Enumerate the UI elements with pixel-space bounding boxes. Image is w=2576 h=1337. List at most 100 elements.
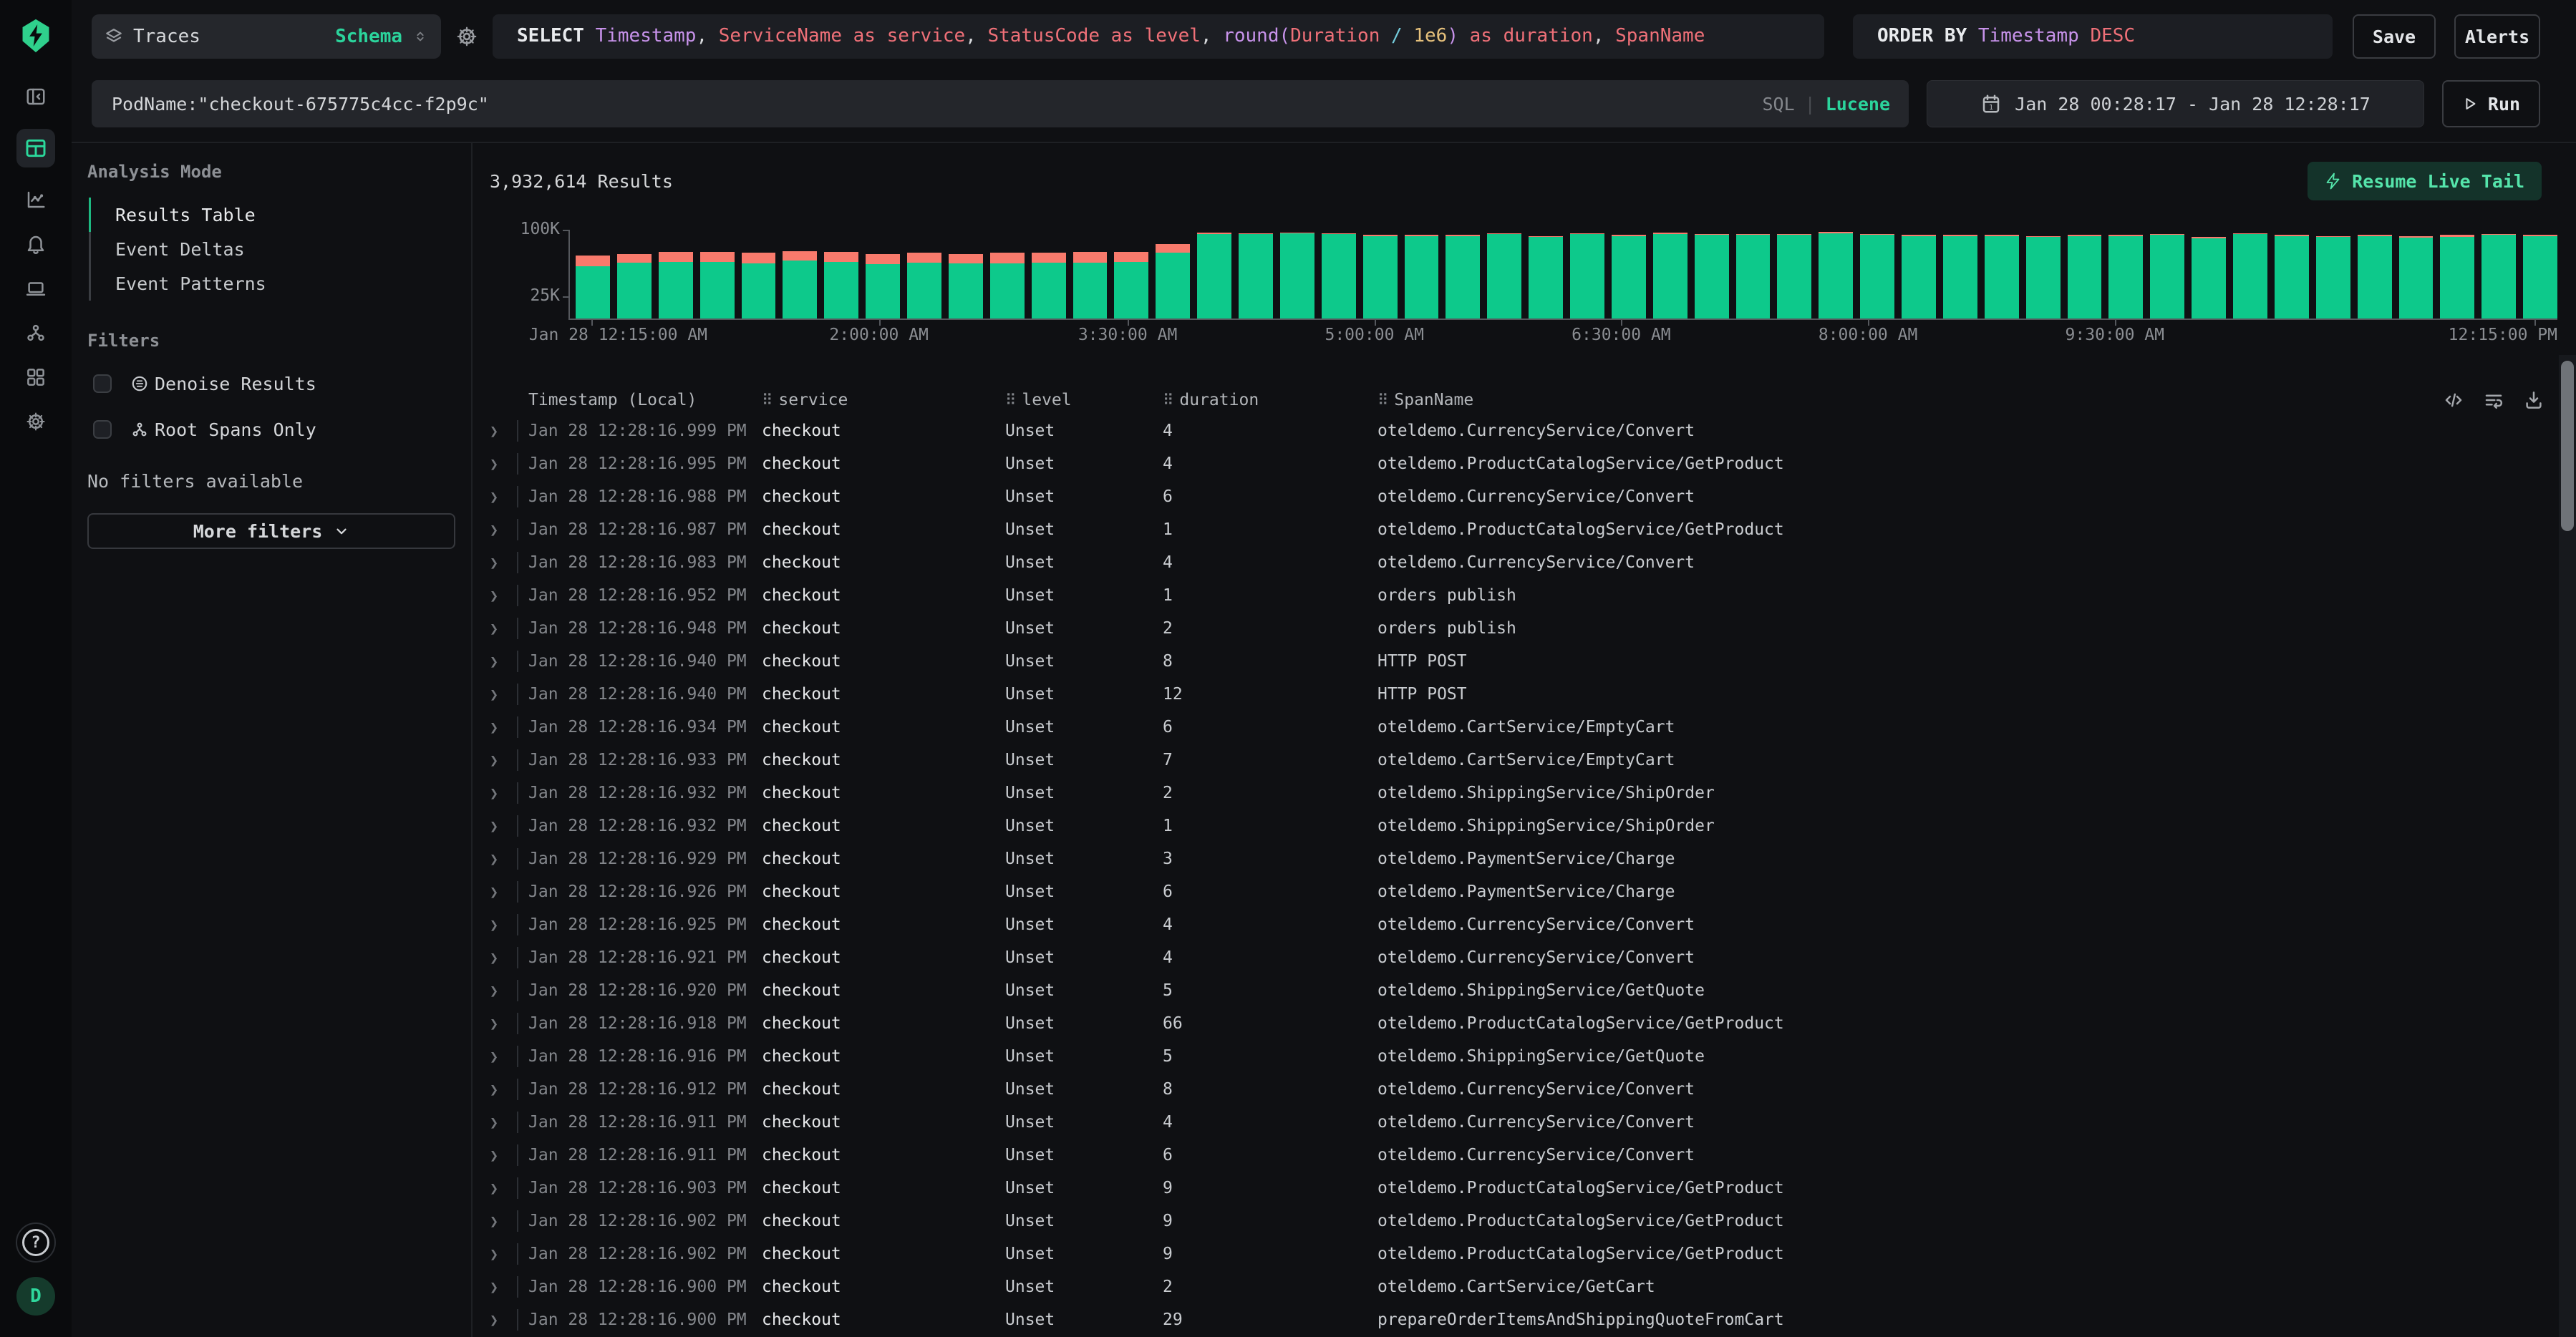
table-row[interactable]: ❯Jan 28 12:28:16.952 PMcheckoutUnset1ord…: [490, 579, 2576, 612]
chart-bar[interactable]: [2440, 235, 2474, 319]
chart-bar[interactable]: [1073, 252, 1108, 319]
table-row[interactable]: ❯Jan 28 12:28:16.983 PMcheckoutUnset4ote…: [490, 546, 2576, 579]
chart-bar[interactable]: [742, 253, 776, 319]
expand-chevron-icon[interactable]: ❯: [490, 817, 517, 835]
expand-chevron-icon[interactable]: ❯: [490, 686, 517, 703]
expand-chevron-icon[interactable]: ❯: [490, 1245, 517, 1263]
column-header-duration[interactable]: ⠿duration: [1141, 391, 1356, 409]
table-row[interactable]: ❯Jan 28 12:28:16.900 PMcheckoutUnset29pr…: [490, 1303, 2576, 1336]
chart-bar[interactable]: [1695, 234, 1729, 319]
services-graph-icon[interactable]: [16, 313, 55, 352]
expand-chevron-icon[interactable]: ❯: [490, 850, 517, 867]
expand-chevron-icon[interactable]: ❯: [490, 784, 517, 802]
run-button[interactable]: Run: [2442, 80, 2540, 127]
table-row[interactable]: ❯Jan 28 12:28:16.900 PMcheckoutUnset2ote…: [490, 1270, 2576, 1303]
download-icon[interactable]: [2523, 389, 2544, 411]
expand-chevron-icon[interactable]: ❯: [490, 916, 517, 933]
chart-bar[interactable]: [1902, 235, 1936, 319]
chart-bar[interactable]: [990, 253, 1025, 319]
denoise-checkbox[interactable]: [93, 374, 112, 393]
user-avatar[interactable]: D: [16, 1277, 55, 1316]
table-row[interactable]: ❯Jan 28 12:28:16.987 PMcheckoutUnset1ote…: [490, 513, 2576, 546]
save-button[interactable]: Save: [2353, 14, 2436, 59]
chart-bar[interactable]: [1032, 253, 1066, 319]
expand-chevron-icon[interactable]: ❯: [490, 719, 517, 736]
drag-handle-icon[interactable]: ⠿: [1163, 392, 1173, 409]
table-row[interactable]: ❯Jan 28 12:28:16.940 PMcheckoutUnset8HTT…: [490, 645, 2576, 678]
chart-bar[interactable]: [907, 253, 941, 319]
chart-bar[interactable]: [2068, 235, 2102, 319]
chart-bar[interactable]: [617, 254, 652, 319]
mode-results-table[interactable]: Results Table: [115, 198, 266, 232]
client-sessions-laptop-icon[interactable]: [16, 269, 55, 308]
table-row[interactable]: ❯Jan 28 12:28:16.948 PMcheckoutUnset2ord…: [490, 612, 2576, 645]
chart-bar[interactable]: [1570, 233, 1604, 319]
expand-chevron-icon[interactable]: ❯: [490, 521, 517, 538]
chart-bar[interactable]: [1529, 236, 1563, 319]
chart-bar[interactable]: [949, 254, 983, 319]
expand-chevron-icon[interactable]: ❯: [490, 1048, 517, 1065]
expand-chevron-icon[interactable]: ❯: [490, 455, 517, 472]
chart-bar[interactable]: [1985, 235, 2019, 319]
chart-bar[interactable]: [1322, 233, 1356, 319]
chart-explorer-icon[interactable]: [16, 180, 55, 219]
table-row[interactable]: ❯Jan 28 12:28:16.912 PMcheckoutUnset8ote…: [490, 1073, 2576, 1106]
language-toggle[interactable]: SQL | Lucene: [1762, 94, 1890, 115]
table-row[interactable]: ❯Jan 28 12:28:16.925 PMcheckoutUnset4ote…: [490, 908, 2576, 941]
chart-bar[interactable]: [866, 254, 900, 319]
expand-chevron-icon[interactable]: ❯: [490, 752, 517, 769]
expand-chevron-icon[interactable]: ❯: [490, 883, 517, 900]
expand-chevron-icon[interactable]: ❯: [490, 620, 517, 637]
chart-bar[interactable]: [2399, 236, 2434, 319]
chart-bar[interactable]: [2026, 236, 2061, 319]
table-row[interactable]: ❯Jan 28 12:28:16.929 PMcheckoutUnset3ote…: [490, 842, 2576, 875]
chart-bar[interactable]: [2358, 235, 2392, 319]
chart-bar[interactable]: [1363, 235, 1398, 319]
search-input[interactable]: PodName:"checkout-675775c4cc-f2p9c" SQL …: [92, 80, 1909, 127]
chart-bar[interactable]: [576, 256, 610, 319]
table-row[interactable]: ❯Jan 28 12:28:16.932 PMcheckoutUnset2ote…: [490, 777, 2576, 810]
filter-denoise-results[interactable]: Denoise Results: [93, 361, 455, 407]
column-header-timestamp[interactable]: Timestamp (Local): [528, 391, 740, 409]
source-settings-gear-icon[interactable]: [451, 25, 483, 48]
date-range-picker[interactable]: 1 Jan 28 00:28:17 - Jan 28 12:28:17: [1927, 80, 2424, 127]
app-logo-icon[interactable]: [19, 19, 52, 53]
expand-chevron-icon[interactable]: ❯: [490, 1180, 517, 1197]
expand-chevron-icon[interactable]: ❯: [490, 1212, 517, 1230]
table-row[interactable]: ❯Jan 28 12:28:16.921 PMcheckoutUnset4ote…: [490, 941, 2576, 974]
chart-bar[interactable]: [1487, 233, 1521, 319]
sql-toggle[interactable]: SQL: [1762, 94, 1794, 115]
more-filters-button[interactable]: More filters: [87, 513, 455, 549]
expand-chevron-icon[interactable]: ❯: [490, 1147, 517, 1164]
expand-chevron-icon[interactable]: ❯: [490, 554, 517, 571]
chart-bar[interactable]: [1653, 233, 1688, 319]
help-icon[interactable]: ?: [16, 1222, 56, 1263]
table-row[interactable]: ❯Jan 28 12:28:16.902 PMcheckoutUnset9ote…: [490, 1238, 2576, 1270]
filter-root-spans-only[interactable]: Root Spans Only: [93, 407, 455, 452]
expand-chevron-icon[interactable]: ❯: [490, 422, 517, 439]
expand-chevron-icon[interactable]: ❯: [490, 653, 517, 670]
chart-bar[interactable]: [1280, 233, 1314, 319]
expand-chevron-icon[interactable]: ❯: [490, 1311, 517, 1328]
wrap-lines-icon[interactable]: [2483, 389, 2504, 411]
table-row[interactable]: ❯Jan 28 12:28:16.911 PMcheckoutUnset4ote…: [490, 1106, 2576, 1139]
mode-event-deltas[interactable]: Event Deltas: [115, 232, 266, 266]
chart-bar[interactable]: [2233, 233, 2267, 319]
chart-bar[interactable]: [2481, 234, 2516, 319]
source-select[interactable]: Traces Schema: [92, 14, 441, 59]
chart-bar[interactable]: [700, 252, 735, 319]
expand-chevron-icon[interactable]: ❯: [490, 587, 517, 604]
drag-handle-icon[interactable]: ⠿: [1005, 392, 1016, 409]
chart-bar[interactable]: [1612, 235, 1646, 319]
chart-bar[interactable]: [2523, 235, 2557, 319]
chart-bar[interactable]: [1114, 252, 1148, 319]
chart-bar[interactable]: [1197, 233, 1231, 319]
chart-bar[interactable]: [2275, 235, 2309, 319]
column-header-level[interactable]: ⠿level: [984, 391, 1141, 409]
chart-bar[interactable]: [1736, 234, 1771, 319]
expand-chevron-icon[interactable]: ❯: [490, 1114, 517, 1131]
table-row[interactable]: ❯Jan 28 12:28:16.995 PMcheckoutUnset4ote…: [490, 447, 2576, 480]
settings-gear-icon[interactable]: [16, 402, 55, 441]
root-spans-checkbox[interactable]: [93, 420, 112, 439]
chart-bar[interactable]: [1239, 233, 1273, 319]
